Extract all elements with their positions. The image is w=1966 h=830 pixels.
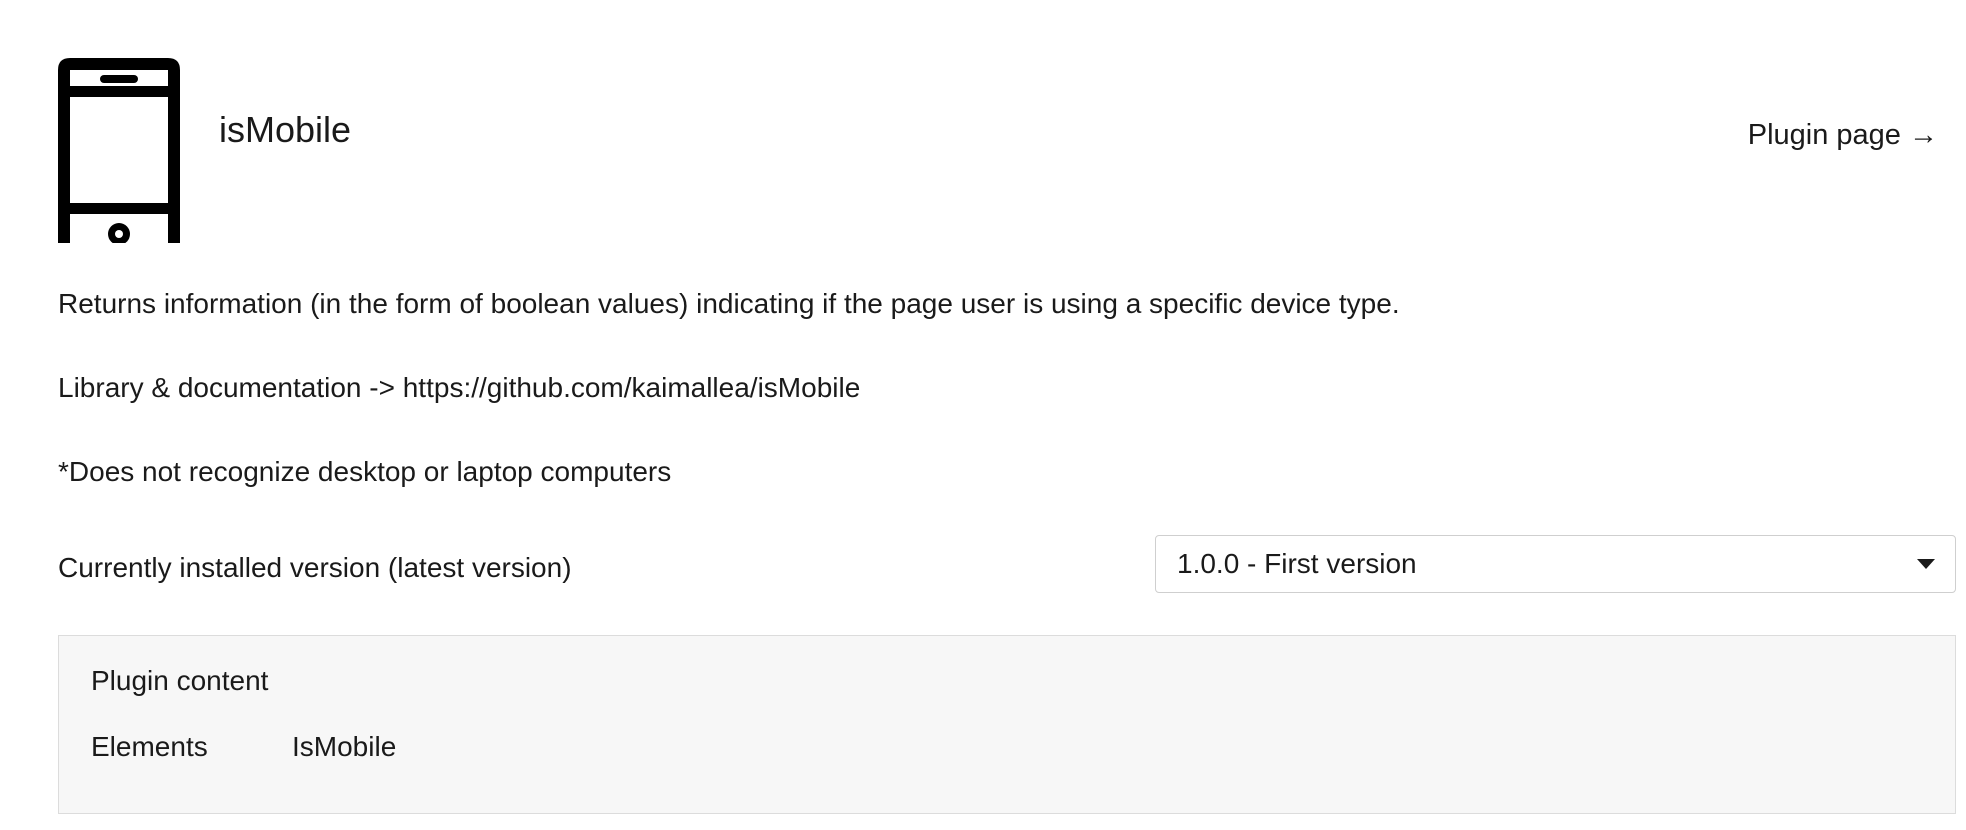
elements-label: Elements [91, 731, 208, 762]
element-name: IsMobile [292, 731, 397, 762]
plugin-header: isMobile Plugin page → [58, 58, 1938, 243]
installed-version-label: Currently installed version (latest vers… [58, 552, 572, 583]
compatibility-note: *Does not recognize desktop or laptop co… [58, 456, 672, 487]
plugin-content-panel: Plugin content Elements IsMobile [58, 635, 1956, 814]
library-documentation-text: Library & documentation -> https://githu… [58, 372, 861, 403]
version-select[interactable]: 1.0.0 - First version [1155, 535, 1956, 593]
plugin-description: Returns information (in the form of bool… [58, 288, 1400, 319]
chevron-down-icon [1917, 559, 1935, 569]
plugin-name: isMobile [219, 109, 352, 150]
mobile-phone-icon [58, 58, 180, 243]
plugin-content-title: Plugin content [91, 665, 269, 696]
plugin-page-link[interactable]: Plugin page → [1748, 116, 1938, 154]
version-select-value: 1.0.0 - First version [1177, 548, 1417, 579]
